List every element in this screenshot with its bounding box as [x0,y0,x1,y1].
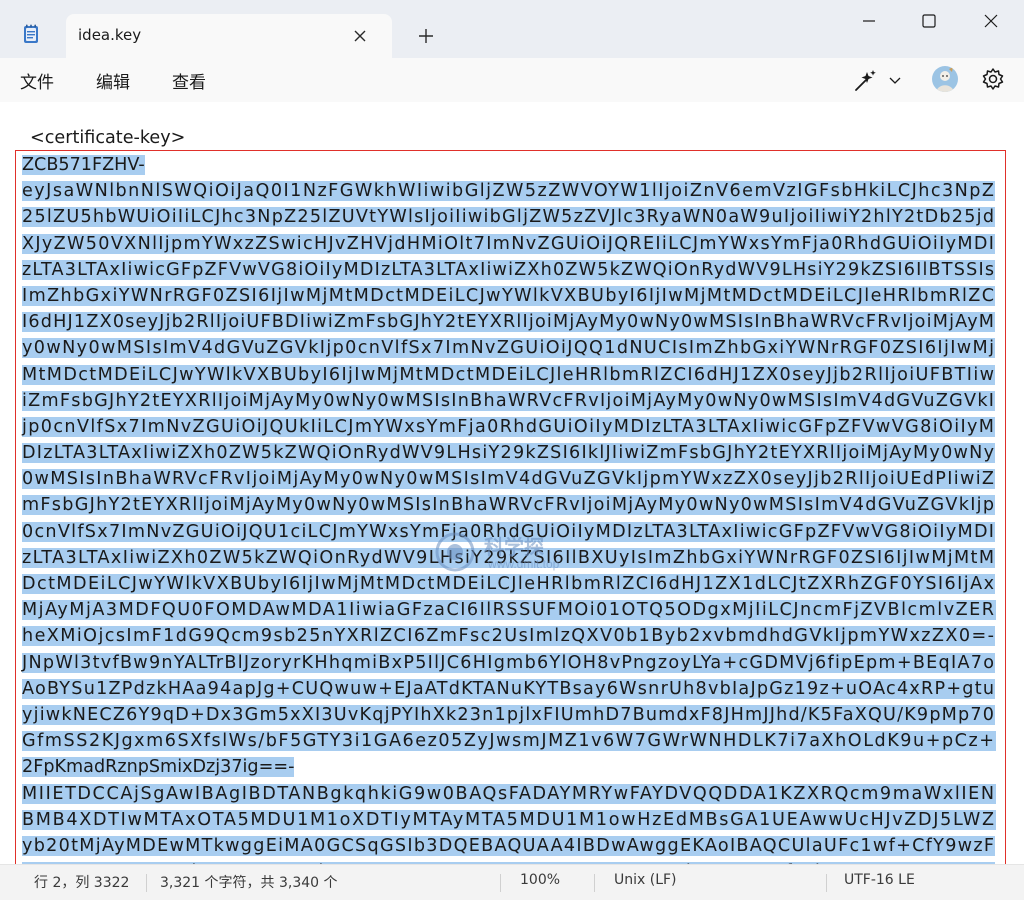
status-divider [826,874,827,892]
close-window-icon[interactable] [968,8,1014,34]
selected-text: jp0cnVlfSx7ImNvZGUiOiJQUkIiLCJmYWxsYmFja… [22,416,996,437]
tab-idea-key[interactable]: idea.key [66,14,392,58]
gear-icon[interactable] [980,66,1006,92]
encoding[interactable]: UTF-16 LE [844,872,915,888]
selected-text: y0wNy0wMSIsImV4dGVuZGVkIjp0cnVlfSx7ImNvZ… [22,338,996,359]
selected-text: ImZhbGxiYWNrRGF0ZSI6IjIwMjMtMDctMDEiLCJw… [22,285,996,306]
code-line: jp0cnVlfSx7ImNvZGUiOiJQUkIiLCJmYWxsYmFja… [22,414,1002,440]
code-line: I6dHJ1ZX0seyJjb2RlIjoiUFBDIiwiZmFsbGJhY2… [22,309,1002,335]
selected-text: JNpWl3tvfBw9nYALTrBlJzoryrKHhqmiBxP5IlJC… [22,652,996,673]
selected-text: GfmSS2KJgxm6SXfslWs/bF5GTY3i1GA6ez05ZyJw… [22,731,996,752]
selected-text: iZmFsbGJhY2tEYXRlIjoiMjAyMy0wNy0wMSIsInB… [22,390,996,411]
code-line: mFsbGJhY2tEYXRlIjoiMjAyMy0wNy0wMSIsInBha… [22,492,1002,518]
editor-first-line: <certificate-key> [30,128,186,148]
code-line: 25lZU5hbWUiOiIiLCJhc3NpZ25lZUVtYWlsIjoiI… [22,204,1002,230]
tab-title: idea.key [78,26,142,44]
line-ending[interactable]: Unix (LF) [614,872,677,888]
highlighted-key-region: ZCB571FZHV-eyJsaWNlbnNlSWQiOiJaQ0I1NzFGW… [15,150,1006,864]
code-line: DctMDEiLCJwYWlkVXBUbyI6IjIwMjMtMDctMDEiL… [22,571,1002,597]
copilot-icon[interactable] [852,68,906,94]
selected-text: yb20tMjAyMDEwMTkwggEiMA0GCSqGSIb3DQEBAQU… [22,835,996,856]
selected-text: MIIETDCCAjSgAwIBAgIBDTANBgkqhkiG9w0BAQsF… [22,783,996,804]
selected-text: 0cnVlfSx7ImNvZGUiOiJQU1ciLCJmYWxsYmFja0R… [22,521,996,542]
notepad-icon [24,24,38,43]
menu-view[interactable]: 查看 [172,68,206,93]
selected-text: eyJsaWNlbnNlSWQiOiJaQ0I1NzFGWkhWIiwibGlj… [22,181,996,202]
menu-edit[interactable]: 编辑 [96,68,130,93]
code-line: XJyZW50VXNlIjpmYWxzZSwicHJvZHVjdHMiOlt7I… [22,231,1002,257]
selected-text: DIzLTA3LTAxIiwiZXh0ZW5kZWQiOnRydWV9LHsiY… [22,443,996,464]
code-line: zLTA3LTAxIiwicGFpZFVwVG8iOiIyMDIzLTA3LTA… [22,257,1002,283]
code-line: iZmFsbGJhY2tEYXRlIjoiMjAyMy0wNy0wMSIsInB… [22,388,1002,414]
selected-text: MtMDctMDEiLCJwYWlkVXBUbyI6IjIwMjMtMDctMD… [22,364,996,385]
title-bar: idea.key [0,0,1024,58]
editor-area[interactable]: <certificate-key> ZCB571FZHV-eyJsaWNlbnN… [0,102,1024,864]
code-line: heXMiOjcsImF1dG9Qcm9sb25nYXRlZCI6ZmFsc2U… [22,623,1002,649]
selected-text: heXMiOjcsImF1dG9Qcm9sb25nYXRlZCI6ZmFsc2U… [22,626,996,647]
code-line: JNpWl3tvfBw9nYALTrBlJzoryrKHhqmiBxP5IlJC… [22,650,1002,676]
code-line: DIzLTA3LTAxIiwiZXh0ZW5kZWQiOnRydWV9LHsiY… [22,440,1002,466]
selected-text: 25lZU5hbWUiOiIiLCJhc3NpZ25lZUVtYWlsIjoiI… [22,207,996,228]
close-icon[interactable] [350,26,370,46]
code-line: GfmSS2KJgxm6SXfslWs/bF5GTY3i1GA6ez05ZyJw… [22,728,1002,754]
code-line: ImZhbGxiYWNrRGF0ZSI6IjIwMjMtMDctMDEiLCJw… [22,283,1002,309]
code-line: AoBYSu1ZPdzkHAa94apJg+CUQwuw+EJaATdKTANu… [22,676,1002,702]
avatar[interactable] [932,66,958,92]
menu-bar: 文件 编辑 查看 [0,58,1024,102]
selected-text: ZCB571FZHV- [22,155,145,175]
code-line: yjiwkNECZ6Y9qD+Dx3Gm5xXI3UvKqjPYIhXk23n1… [22,702,1002,728]
selected-text: zLTA3LTAxIiwicGFpZFVwVG8iOiIyMDIzLTA3LTA… [22,259,996,280]
selected-text: mFsbGJhY2tEYXRlIjoiMjAyMy0wNy0wMSIsInBha… [22,495,996,516]
notepad-window: idea.key 文件 编辑 查看 <certificate-key> ZCB5… [0,0,1024,900]
selected-text: zLTA3LTAxIiwiZXh0ZW5kZWQiOnRydWV9LHsiY29… [22,547,996,568]
selected-text: 2FpKmadRznpSmixDzj37ig==- [22,757,295,778]
code-line: zLTA3LTAxIiwiZXh0ZW5kZWQiOnRydWV9LHsiY29… [22,545,1002,571]
code-line: MIIETDCCAjSgAwIBAgIBDTANBgkqhkiG9w0BAQsF… [22,781,1002,807]
code-line: 0wMSIsInBhaWRVcFRvIjoiMjAyMy0wNy0wMSIsIm… [22,466,1002,492]
selected-text: MjAyMjA3MDFQU0FOMDAwMDA1IiwiaGFzaCI6IlRS… [22,600,996,621]
selected-text: I6dHJ1ZX0seyJjb2RlIjoiUFBDIiwiZmFsbGJhY2… [22,312,996,333]
cursor-position[interactable]: 行 2，列 3322 [34,872,129,892]
status-divider [500,874,501,892]
menu-file[interactable]: 文件 [20,68,54,93]
selected-text: 0wMSIsInBhaWRVcFRvIjoiMjAyMy0wNy0wMSIsIm… [22,469,996,490]
code-line: eyJsaWNlbnNlSWQiOiJaQ0I1NzFGWkhWIiwibGlj… [22,178,1002,204]
code-line: yb20tMjAyMDEwMTkwggEiMA0GCSqGSIb3DQEBAQU… [22,833,1002,859]
selected-text: yjiwkNECZ6Y9qD+Dx3Gm5xXI3UvKqjPYIhXk23n1… [22,704,996,725]
code-line: y0wNy0wMSIsImV4dGVuZGVkIjp0cnVlfSx7ImNvZ… [22,335,1002,361]
code-line: MjAyMjA3MDFQU0FOMDAwMDA1IiwiaGFzaCI6IlRS… [22,597,1002,623]
selected-text-block[interactable]: ZCB571FZHV-eyJsaWNlbnNlSWQiOiJaQ0I1NzFGW… [22,152,1002,864]
zoom-level[interactable]: 100% [520,872,560,888]
selected-text: DctMDEiLCJwYWlkVXBUbyI6IjIwMjMtMDctMDEiL… [22,574,996,594]
status-bar: 行 2，列 3322 3,321 个字符，共 3,340 个 100% Unix… [0,864,1024,900]
minimize-icon[interactable] [846,8,892,34]
plus-icon[interactable] [414,24,438,48]
status-divider [594,874,595,892]
code-line: MtMDctMDEiLCJwYWlkVXBUbyI6IjIwMjMtMDctMD… [22,362,1002,388]
code-line: 2FpKmadRznpSmixDzj37ig==- [22,754,1002,780]
selected-text: AoBYSu1ZPdzkHAa94apJg+CUQwuw+EJaATdKTANu… [22,678,996,699]
code-line: 0cnVlfSx7ImNvZGUiOiJQU1ciLCJmYWxsYmFja0R… [22,519,1002,545]
code-line: BMB4XDTIwMTAxOTA5MDU1M1oXDTIyMTAyMTA5MDU… [22,807,1002,833]
maximize-icon[interactable] [906,8,952,34]
status-divider [146,874,147,892]
selected-text: XJyZW50VXNlIjpmYWxzZSwicHJvZHVjdHMiOlt7I… [22,233,996,254]
code-line: ZCB571FZHV- [22,152,1002,178]
character-count: 3,321 个字符，共 3,340 个 [160,875,338,891]
selected-text: BMB4XDTIwMTAxOTA5MDU1M1oXDTIyMTAyMTA5MDU… [22,809,996,830]
